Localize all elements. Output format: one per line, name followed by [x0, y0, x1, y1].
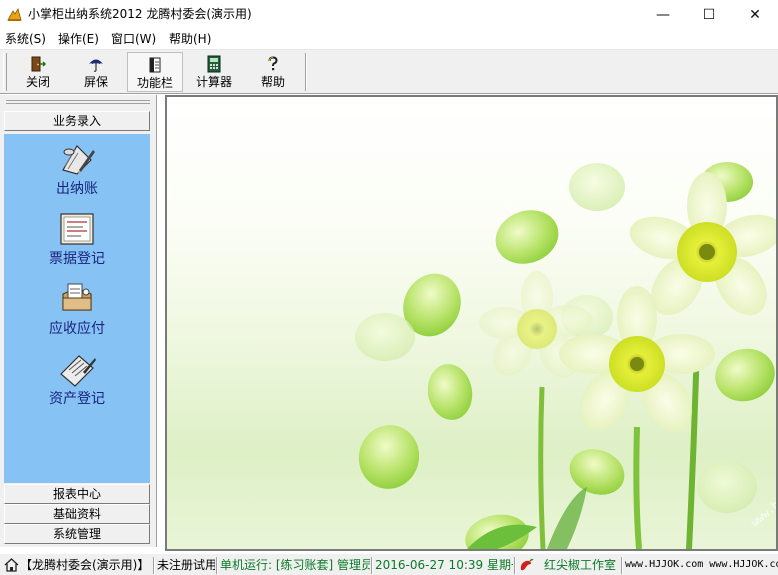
sidebar-item-cashier-ledger-label: 出纳账	[56, 181, 98, 197]
menu-operation[interactable]: 操作(E)	[58, 31, 99, 47]
status-divider	[153, 557, 155, 574]
screensaver-button-label: 屏保	[83, 75, 108, 89]
menu-window[interactable]: 窗口(W)	[111, 31, 156, 47]
menu-system[interactable]: 系统(S)	[5, 31, 46, 47]
toolbar-separator	[305, 53, 307, 91]
status-website-link[interactable]: www.HJJOK.com www.HJJOK.com	[625, 557, 778, 574]
status-divider	[514, 557, 516, 574]
status-bar: 【龙腾村委会(演示用)】 未注册试用 单机运行: [练习账套] 管理员 2016…	[0, 553, 778, 575]
exit-door-icon	[31, 56, 47, 72]
menu-help[interactable]: 帮助(H)	[169, 31, 211, 47]
title-bar: 小掌柜出纳系统2012 龙腾村委会(演示用) — ☐ ✕	[0, 0, 778, 29]
group-basic-data[interactable]: 基础资料	[4, 504, 150, 524]
window-title: 小掌柜出纳系统2012 龙腾村委会(演示用)	[28, 7, 252, 21]
calculator-button[interactable]: 计算器	[186, 52, 242, 92]
sidebar-item-bill-register[interactable]: 票据登记	[4, 210, 150, 268]
business-entry-panel: 出纳账 票据登记 应收应付 资产登记	[4, 134, 150, 483]
home-icon	[4, 558, 19, 572]
chili-pepper-icon	[520, 558, 534, 571]
function-bar-button[interactable]: 功能栏	[127, 52, 183, 92]
receivable-payable-icon	[62, 283, 92, 311]
group-report-center[interactable]: 报表中心	[4, 484, 150, 504]
sidebar-item-asset-register[interactable]: 资产登记	[4, 350, 150, 408]
function-bar-icon	[149, 57, 161, 73]
sidebar-item-receivable-payable[interactable]: 应收应付	[4, 280, 150, 338]
help-button-label: 帮助	[260, 75, 285, 89]
status-studio: 红尖椒工作室	[544, 558, 617, 572]
maximize-button[interactable]: ☐	[686, 0, 732, 29]
sidebar-item-receivable-payable-label: 应收应付	[49, 321, 105, 337]
group-system-management[interactable]: 系统管理	[4, 524, 150, 544]
status-company: 【龙腾村委会(演示用)】	[20, 558, 150, 572]
status-datetime: 2016-06-27 10:39 星期一	[375, 558, 513, 572]
toolbar-grip[interactable]	[3, 53, 7, 91]
close-button[interactable]: 关闭	[10, 52, 66, 92]
close-window-button[interactable]: ✕	[732, 0, 778, 29]
close-button-label: 关闭	[25, 75, 50, 89]
status-divider	[216, 557, 218, 574]
sidebar-item-cashier-ledger[interactable]: 出纳账	[4, 140, 150, 198]
group-business-entry[interactable]: 业务录入	[4, 111, 150, 131]
sidebar-grip[interactable]	[6, 100, 150, 104]
sidebar-item-bill-register-label: 票据登记	[49, 251, 105, 267]
help-question-icon	[268, 56, 278, 71]
cashier-ledger-icon	[62, 145, 95, 175]
screensaver-button[interactable]: 屏保	[68, 52, 124, 92]
minimize-button[interactable]: —	[640, 0, 686, 29]
toolbar: 关闭 屏保 功能栏 计算器 帮助	[0, 50, 778, 94]
app-logo-icon	[7, 7, 22, 21]
calculator-icon	[207, 55, 221, 73]
status-registration: 未注册试用	[157, 558, 215, 572]
daffodil-wallpaper: www.hjjok.com	[355, 162, 776, 549]
main-content-area: www.hjjok.com	[165, 95, 778, 551]
umbrella-icon	[89, 59, 103, 72]
function-sidebar: 业务录入 出纳账 票据登记 应收应付 资产登记 报表中心 基础资料 系统管理	[0, 95, 157, 547]
bill-register-icon	[60, 213, 94, 245]
status-divider	[621, 557, 623, 574]
status-divider	[371, 557, 373, 574]
asset-register-icon	[60, 355, 96, 387]
help-button[interactable]: 帮助	[245, 52, 301, 92]
sidebar-item-asset-register-label: 资产登记	[49, 391, 105, 407]
calculator-button-label: 计算器	[195, 75, 232, 89]
function-bar-button-label: 功能栏	[136, 76, 173, 90]
status-running-mode: 单机运行: [练习账套] 管理员	[220, 558, 370, 572]
menu-bar: 系统(S) 操作(E) 窗口(W) 帮助(H)	[0, 29, 778, 50]
